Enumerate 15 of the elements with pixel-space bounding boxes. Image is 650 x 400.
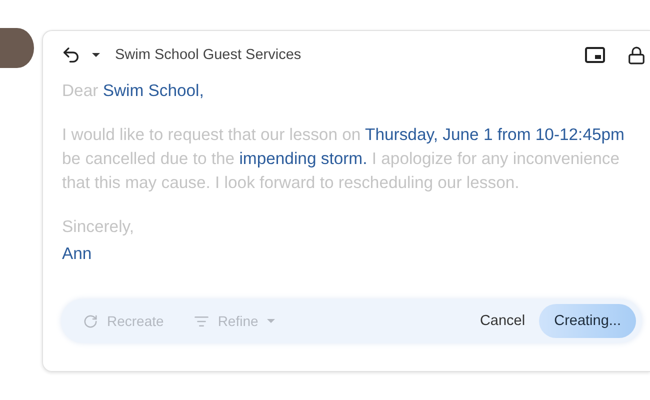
avatar — [0, 28, 34, 68]
recipient-name: Swim School Guest Services — [115, 47, 302, 63]
caret-icon — [267, 318, 276, 324]
refresh-icon — [83, 314, 98, 328]
message-paragraph: I would like to request that our lesson on Thursday, June 1 from 10-12:45pm be cancelled due to the impending storm. I apologize for any inconvenience that this may cause. I look forward to rescheduling our lesson. — [62, 124, 626, 194]
message-paragraph: Dear Swim School, — [62, 80, 205, 102]
creating-button[interactable]: Creating... — [539, 304, 636, 338]
signature-line: Sincerely, — [62, 216, 136, 238]
filter-icon — [194, 314, 209, 328]
popout-icon[interactable] — [585, 47, 605, 63]
reply-icon[interactable] — [61, 45, 81, 65]
lock-icon[interactable] — [627, 46, 646, 64]
caret-icon[interactable] — [91, 52, 101, 58]
signature-line: Ann — [62, 243, 93, 265]
cancel-button[interactable]: Cancel — [466, 305, 540, 337]
